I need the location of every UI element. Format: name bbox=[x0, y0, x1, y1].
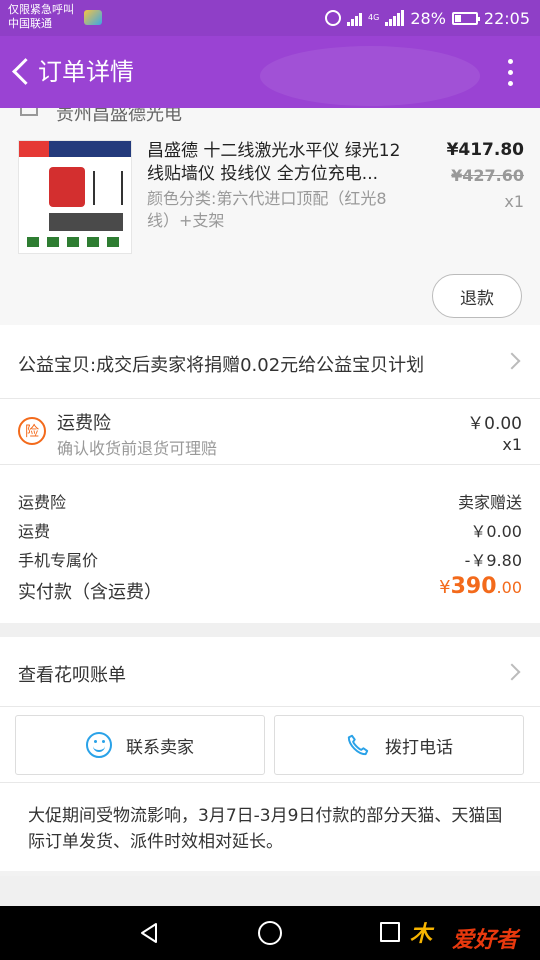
summary-row-mobile-discount: 手机专属价 -￥9.80 bbox=[18, 547, 522, 571]
summary-row-shipping: 运费 ￥0.00 bbox=[18, 518, 522, 542]
back-arrow-icon[interactable] bbox=[10, 54, 34, 90]
home-circle-icon[interactable] bbox=[258, 921, 282, 945]
total-amount: ¥390.00 bbox=[439, 574, 522, 599]
charity-text: 公益宝贝:成交后卖家将捐赠0.02元给公益宝贝计划 bbox=[18, 355, 425, 376]
carrier-emergency-text: 仅限紧急呼叫 bbox=[8, 3, 74, 16]
product-original-price: ¥427.60 bbox=[451, 166, 524, 185]
battery-icon bbox=[451, 11, 480, 25]
battery-percent: 28% bbox=[410, 8, 446, 28]
summary-label: 手机专属价 bbox=[18, 551, 99, 570]
total-integer: 390 bbox=[450, 574, 497, 599]
watermark-text: 爱好者 bbox=[452, 928, 519, 953]
product-price: ¥417.80 bbox=[446, 140, 524, 160]
product-title: 昌盛德 十二线激光水平仪 绿光12线贴墙仪 投线仪 全方位充电... bbox=[147, 141, 401, 184]
shipping-insurance-row: 险 运费险 确认收货前退货可理赔 ￥0.00 x1 bbox=[0, 399, 540, 465]
summary-value: -￥9.80 bbox=[464, 551, 522, 570]
system-nav-bar: 木 爱好者 bbox=[0, 906, 540, 960]
total-decimal: .00 bbox=[496, 578, 522, 597]
contact-seller-label: 联系卖家 bbox=[126, 737, 194, 758]
product-quantity: x1 bbox=[504, 192, 524, 211]
signal-strength-icon bbox=[385, 10, 405, 26]
contact-seller-button[interactable]: 联系卖家 bbox=[15, 715, 265, 775]
watermark-brand-char: 木 bbox=[410, 922, 433, 947]
summary-label: 运费险 bbox=[18, 493, 67, 512]
total-currency: ¥ bbox=[439, 577, 451, 598]
status-icons: 4G 28% 22:05 bbox=[325, 6, 530, 30]
logistics-notice: 大促期间受物流影响，3月7日-3月9日付款的部分天猫、天猫国际订单发货、派件时效… bbox=[0, 783, 540, 871]
insurance-icon: 险 bbox=[18, 417, 46, 445]
more-menu-icon[interactable] bbox=[504, 56, 516, 88]
notification-app-icon bbox=[84, 10, 102, 25]
product-card[interactable]: 昌盛德 十二线激光水平仪 绿光12线贴墙仪 投线仪 全方位充电... 颜色分类:… bbox=[0, 130, 540, 325]
alarm-icon bbox=[325, 10, 342, 26]
insurance-price: ￥0.00 bbox=[467, 414, 522, 434]
section-divider bbox=[0, 623, 540, 637]
store-row[interactable]: 贵州昌盛德光电 bbox=[0, 108, 540, 130]
total-label: 实付款（含运费） bbox=[18, 582, 162, 603]
charity-row[interactable]: 公益宝贝:成交后卖家将捐赠0.02元给公益宝贝计划 bbox=[0, 325, 540, 399]
store-name: 贵州昌盛德光电 bbox=[56, 108, 182, 125]
summary-label: 运费 bbox=[18, 522, 51, 541]
network-type: 4G bbox=[368, 13, 380, 22]
product-thumbnail[interactable] bbox=[18, 140, 132, 254]
action-buttons: 联系卖家 拨打电话 bbox=[0, 707, 540, 783]
store-icon bbox=[20, 108, 38, 116]
phone-icon bbox=[347, 734, 369, 756]
huabei-text: 查看花呗账单 bbox=[18, 665, 126, 686]
chevron-right-icon bbox=[503, 663, 521, 681]
carrier-info: 仅限紧急呼叫 中国联通 bbox=[8, 3, 74, 31]
clock: 22:05 bbox=[483, 8, 530, 28]
page-bottom-space bbox=[0, 876, 540, 906]
payment-summary: 运费险 卖家赠送 运费 ￥0.00 手机专属价 -￥9.80 实付款（含运费） … bbox=[0, 465, 540, 623]
watermark-logo: 木 爱好者 bbox=[410, 914, 530, 953]
huabei-bill-row[interactable]: 查看花呗账单 bbox=[0, 637, 540, 707]
refund-button[interactable]: 退款 bbox=[432, 274, 522, 318]
carrier-name: 中国联通 bbox=[8, 17, 52, 30]
summary-row-insurance: 运费险 卖家赠送 bbox=[18, 489, 522, 513]
product-spec: 颜色分类:第六代进口顶配（红光8线）+支架 bbox=[147, 189, 387, 230]
chat-smile-icon bbox=[86, 732, 112, 758]
recents-square-icon[interactable] bbox=[380, 922, 400, 942]
call-button[interactable]: 拨打电话 bbox=[274, 715, 524, 775]
insurance-quantity: x1 bbox=[502, 435, 522, 454]
nav-bar: 订单详情 bbox=[0, 36, 540, 108]
signal-icon bbox=[347, 10, 363, 26]
call-label: 拨打电话 bbox=[385, 737, 453, 758]
page-title: 订单详情 bbox=[38, 58, 134, 86]
chevron-right-icon bbox=[503, 352, 521, 370]
summary-value: ￥0.00 bbox=[470, 522, 522, 541]
order-content: 贵州昌盛德光电 昌盛德 十二线激光水平仪 绿光12线贴墙仪 投线仪 全方位充电.… bbox=[0, 108, 540, 871]
summary-row-total: 实付款（含运费） ¥390.00 bbox=[18, 574, 522, 603]
insurance-subtitle: 确认收货前退货可理赔 bbox=[57, 439, 218, 458]
status-bar: 仅限紧急呼叫 中国联通 4G 28% 22:05 bbox=[0, 0, 540, 36]
back-triangle-icon[interactable] bbox=[138, 922, 160, 944]
insurance-title: 运费险 bbox=[57, 413, 111, 434]
summary-value: 卖家赠送 bbox=[457, 493, 522, 512]
